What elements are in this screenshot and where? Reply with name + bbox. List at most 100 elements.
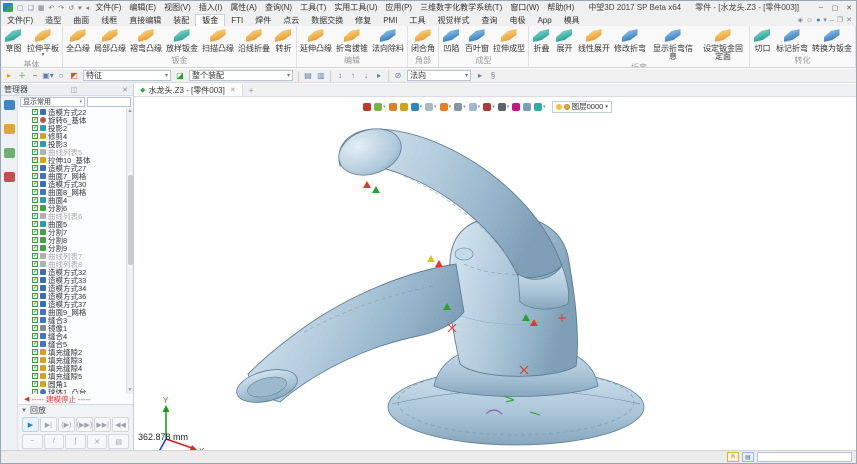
redo-icon[interactable]: ↷ bbox=[56, 4, 66, 12]
menu-item-3[interactable]: 插入(I) bbox=[195, 2, 227, 13]
checkbox-checked-icon[interactable] bbox=[32, 213, 38, 219]
stack-icon[interactable]: ▾ bbox=[497, 103, 511, 111]
bar-icon[interactable] bbox=[511, 103, 521, 111]
qat-dropdown-icon[interactable]: ▾ bbox=[76, 4, 84, 12]
sphere-icon[interactable]: ● bbox=[816, 17, 820, 24]
orient-icon[interactable]: ▾ bbox=[373, 103, 387, 111]
scroll-thumb[interactable] bbox=[128, 175, 133, 265]
ribbon-tab-1[interactable]: 造型 bbox=[39, 14, 67, 26]
record-icon[interactable]: ▾ bbox=[482, 103, 496, 111]
exit-icon[interactable] bbox=[362, 103, 372, 111]
checkbox-checked-icon[interactable] bbox=[32, 341, 38, 347]
chevron-down-icon[interactable]: ▾ bbox=[420, 104, 423, 110]
ribbon-tab-3[interactable]: 线框 bbox=[95, 14, 123, 26]
ribbon-tab-7[interactable]: FTI bbox=[225, 14, 249, 26]
pin-icon[interactable]: ◫ bbox=[69, 86, 80, 94]
checkbox-checked-icon[interactable] bbox=[32, 389, 38, 394]
chevron-down-icon[interactable]: ▾ bbox=[605, 104, 608, 110]
undo-icon[interactable]: ↶ bbox=[47, 4, 57, 12]
link-icon[interactable]: § bbox=[487, 71, 499, 80]
cube-view-icon[interactable]: ▾ bbox=[424, 103, 438, 111]
ribbon-button-4-2[interactable]: 拉伸成型 bbox=[491, 27, 527, 54]
chevron-down-icon[interactable]: ▾ bbox=[507, 104, 510, 110]
ribbon-button-5-1[interactable]: 展开 bbox=[553, 27, 576, 61]
add-icon[interactable]: ＋ bbox=[16, 70, 28, 81]
ribbon-button-5-2[interactable]: 线性展开 bbox=[576, 27, 612, 61]
shade-icon[interactable] bbox=[399, 103, 409, 111]
checkbox-checked-icon[interactable] bbox=[32, 381, 38, 387]
maximize-button[interactable]: ▢ bbox=[828, 4, 842, 12]
ribbon-tab-5[interactable]: 装配 bbox=[167, 14, 195, 26]
checkbox-checked-icon[interactable] bbox=[32, 277, 38, 283]
open-icon[interactable]: ❏ bbox=[26, 4, 36, 12]
tree-item-33[interactable]: 填充缝隙5 bbox=[32, 372, 126, 380]
collapse-triangle-icon[interactable]: ▼ bbox=[21, 408, 27, 414]
menu-item-1[interactable]: 编辑(E) bbox=[125, 2, 160, 13]
model-canvas[interactable]: Y X Z 362.878 mm bbox=[134, 114, 856, 450]
filter-type-select[interactable]: 特征▾ bbox=[83, 70, 171, 81]
chevron-down-icon[interactable]: ▾ bbox=[449, 104, 452, 110]
checkbox-checked-icon[interactable] bbox=[32, 293, 38, 299]
chevron-down-icon[interactable]: ▾ bbox=[463, 104, 466, 110]
close-button[interactable]: ✕ bbox=[842, 4, 856, 12]
ribbon-tab-4[interactable]: 直接编辑 bbox=[123, 14, 167, 26]
picture-filter-icon[interactable]: ▣▾ bbox=[42, 71, 54, 80]
checkbox-checked-icon[interactable] bbox=[32, 133, 38, 139]
checkbox-checked-icon[interactable] bbox=[32, 245, 38, 251]
ribbon-button-0-1[interactable]: 拉伸平板▾ bbox=[25, 27, 61, 58]
checkbox-checked-icon[interactable] bbox=[32, 141, 38, 147]
dropdown-icon[interactable]: ▾ bbox=[823, 16, 827, 24]
section-icon[interactable]: ▾ bbox=[439, 103, 453, 111]
menu-item-2[interactable]: 视图(V) bbox=[160, 2, 195, 13]
scope-icon[interactable]: ◪ bbox=[174, 71, 186, 80]
pick-icon[interactable]: ▸ bbox=[373, 71, 385, 80]
console-toggle-icon[interactable]: ▤ bbox=[742, 452, 754, 462]
new-tab-button[interactable]: + bbox=[243, 84, 260, 96]
play-button[interactable]: ▶ bbox=[22, 417, 39, 432]
tree-item-1[interactable]: 旋转6_基体 bbox=[32, 116, 126, 124]
chevron-down-icon[interactable]: ▾ bbox=[478, 104, 481, 110]
checkbox-checked-icon[interactable] bbox=[32, 197, 38, 203]
refresh-icon[interactable]: ↺ bbox=[66, 4, 76, 12]
tree-item-3[interactable]: 修剪4 bbox=[32, 132, 126, 140]
checkbox-checked-icon[interactable] bbox=[32, 173, 38, 179]
ribbon-tab-10[interactable]: 数据交换 bbox=[305, 14, 349, 26]
ribbon-tab-13[interactable]: 工具 bbox=[403, 14, 431, 26]
checkbox-checked-icon[interactable] bbox=[32, 333, 38, 339]
scope-select[interactable]: 整个装配▾ bbox=[189, 70, 293, 81]
checkbox-checked-icon[interactable] bbox=[32, 237, 38, 243]
menu-item-11[interactable]: 帮助(H) bbox=[543, 2, 578, 13]
ribbon-button-4-1[interactable]: 百叶窗 bbox=[463, 27, 491, 54]
tree-item-16[interactable]: 分割8 bbox=[32, 236, 126, 244]
ribbon-button-2-1[interactable]: 折弯拔锥 bbox=[334, 27, 370, 54]
checkbox-checked-icon[interactable] bbox=[32, 357, 38, 363]
tree-filter-input[interactable] bbox=[87, 97, 131, 107]
play-group-button[interactable]: (▶▶) bbox=[76, 417, 93, 432]
ribbon-button-1-5[interactable]: 沿线折叠 bbox=[236, 27, 272, 54]
snap-select[interactable]: 法向▾ bbox=[407, 70, 471, 81]
ribbon-tab-11[interactable]: 修复 bbox=[349, 14, 377, 26]
menu-item-10[interactable]: 窗口(W) bbox=[506, 2, 543, 13]
ribbon-button-5-3[interactable]: 修改折弯 bbox=[612, 27, 648, 61]
assembly-manager-icon[interactable] bbox=[4, 124, 15, 134]
ribbon-tab-2[interactable]: 曲面 bbox=[67, 14, 95, 26]
ribbon-tab-8[interactable]: 焊件 bbox=[249, 14, 277, 26]
ribbon-button-6-2[interactable]: 转换为钣金 bbox=[810, 27, 854, 54]
checkbox-checked-icon[interactable] bbox=[32, 317, 38, 323]
spline-tool-button[interactable]: ʃ bbox=[65, 434, 86, 449]
checkbox-checked-icon[interactable] bbox=[32, 117, 38, 123]
ribbon-tab-6[interactable]: 钣金 bbox=[195, 14, 225, 26]
edit-icon[interactable] bbox=[388, 103, 398, 111]
scroll-up-icon[interactable]: ▲ bbox=[128, 108, 133, 115]
menu-item-7[interactable]: 实用工具(U) bbox=[330, 2, 381, 13]
ribbon-tab-16[interactable]: 电极 bbox=[503, 14, 531, 26]
checkbox-checked-icon[interactable] bbox=[32, 301, 38, 307]
copy-display-icon[interactable]: ▤ bbox=[302, 71, 314, 80]
new-icon[interactable]: ▢ bbox=[15, 4, 26, 12]
ribbon-tab-15[interactable]: 查询 bbox=[475, 14, 503, 26]
circle-select-icon[interactable]: ○ bbox=[55, 71, 67, 80]
tree-item-28[interactable]: 缝合4 bbox=[32, 332, 126, 340]
view-globe-icon[interactable]: ▾ bbox=[410, 103, 424, 111]
ban-icon[interactable]: ⊘ bbox=[392, 71, 404, 80]
line-tool-button[interactable]: / bbox=[44, 434, 65, 449]
